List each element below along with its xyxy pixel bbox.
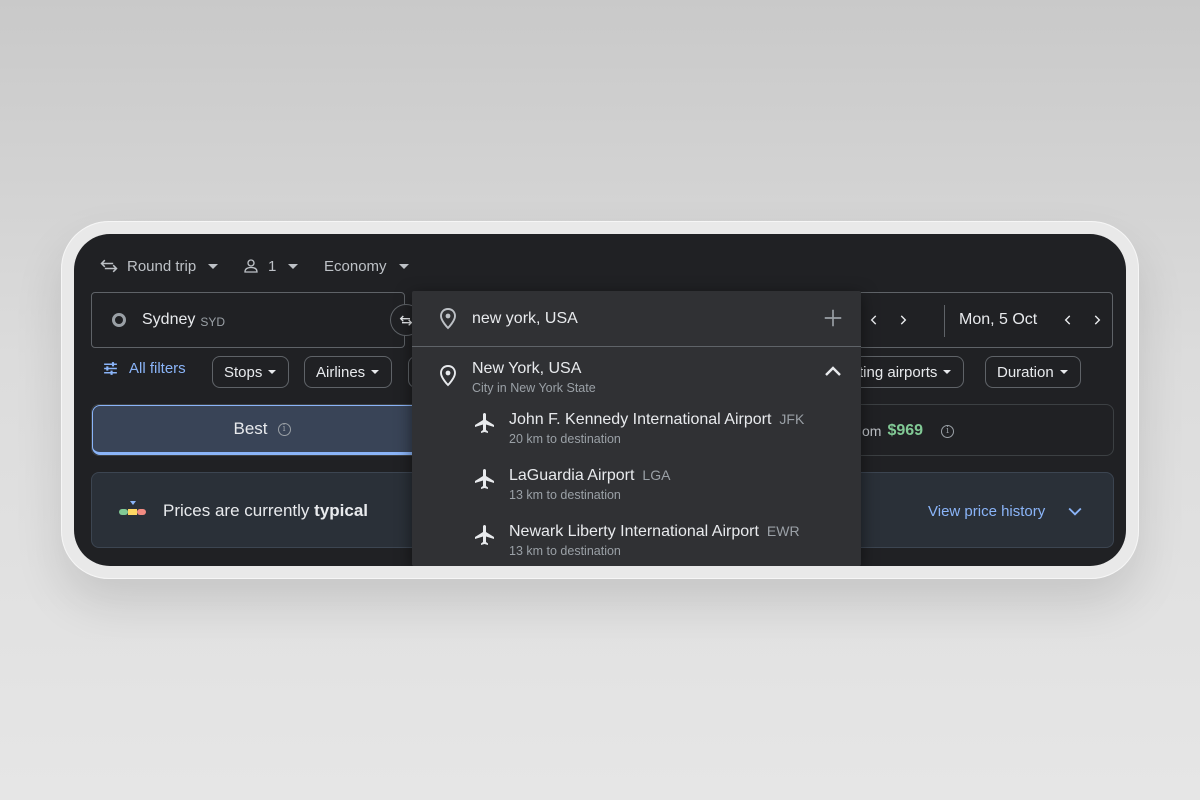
origin-field[interactable]: Sydney SYD — [91, 292, 405, 348]
trip-type-selector[interactable]: Round trip — [99, 254, 219, 278]
passenger-count: 1 — [268, 257, 277, 275]
all-filters-button[interactable]: All filters — [102, 360, 186, 377]
suggestion-airport-ewr[interactable]: Newark Liberty International Airport EWR … — [412, 512, 861, 566]
origin-city: Sydney — [142, 311, 196, 328]
trip-options-row: Round trip 1 Economy — [74, 254, 1126, 278]
view-price-history-link[interactable]: View price history — [928, 503, 1045, 520]
airport-distance: 13 km to destination — [509, 544, 621, 558]
cheapest-price: $969 — [887, 422, 924, 439]
destination-search-input[interactable] — [472, 307, 802, 331]
tab-cheapest-prefix: om — [862, 423, 882, 439]
destination-dropdown: New York, USA City in New York State Joh… — [412, 291, 861, 566]
suggestion-city-subtitle: City in New York State — [472, 381, 596, 395]
info-icon[interactable]: i — [277, 422, 291, 436]
caret-down-icon — [288, 263, 299, 269]
info-icon[interactable]: i — [941, 424, 955, 438]
tab-best[interactable]: Best i — [92, 405, 432, 455]
airplane-icon — [475, 469, 494, 489]
chevron-right-icon — [1094, 315, 1101, 325]
airport-distance: 20 km to destination — [509, 432, 621, 446]
price-insight-text: Prices are currently typical — [163, 501, 368, 521]
suggestion-airport-jfk[interactable]: John F. Kennedy International Airport JFK… — [412, 400, 861, 456]
chevron-left-icon — [870, 315, 877, 325]
suggestion-city[interactable]: New York, USA City in New York State — [412, 348, 861, 400]
caret-down-icon — [943, 370, 952, 374]
tab-best-label: Best — [233, 419, 268, 438]
caret-down-icon — [1059, 370, 1068, 374]
tab-cheapest[interactable]: om $969 i — [862, 422, 955, 440]
airplane-icon — [475, 525, 494, 545]
location-pin-icon — [440, 308, 456, 330]
connecting-airports-label: ting airports — [859, 363, 938, 381]
duration-label: Duration — [997, 363, 1054, 381]
airport-code: JFK — [779, 411, 805, 427]
stops-filter-chip[interactable]: Stops — [212, 356, 290, 388]
suggestion-airport-lga[interactable]: LaGuardia Airport LGA 13 km to destinatio… — [412, 456, 861, 512]
price-level-icon — [119, 501, 146, 515]
chevron-right-icon — [900, 315, 907, 325]
airlines-label: Airlines — [316, 363, 366, 381]
destination-input-row — [412, 291, 861, 347]
departure-next-button[interactable] — [891, 308, 915, 332]
suggestion-city-title: New York, USA — [472, 360, 582, 377]
tune-icon — [104, 362, 117, 375]
price-insight-prefix: Prices are currently — [163, 501, 310, 520]
airlines-filter-chip[interactable]: Airlines — [304, 356, 393, 388]
cabin-class-label: Economy — [324, 257, 387, 275]
airport-name: John F. Kennedy International Airport JFK — [509, 411, 805, 428]
airport-name: LaGuardia Airport LGA — [509, 467, 671, 484]
chevron-left-icon — [1064, 315, 1071, 325]
airport-distance: 13 km to destination — [509, 488, 621, 502]
location-pin-icon — [440, 365, 456, 387]
origin-ring-icon — [112, 313, 126, 327]
chevron-down-icon[interactable] — [1065, 501, 1085, 521]
person-icon — [244, 259, 258, 273]
trip-type-label: Round trip — [127, 257, 197, 275]
dates-field[interactable]: t Mon, 5 Oct — [831, 292, 1113, 348]
passenger-selector[interactable]: 1 — [242, 254, 299, 278]
return-next-button[interactable] — [1085, 308, 1109, 332]
departure-prev-button[interactable] — [862, 308, 886, 332]
cabin-class-selector[interactable]: Economy — [324, 254, 409, 278]
airport-code: EWR — [766, 523, 800, 539]
airport-code: LGA — [642, 467, 671, 483]
date-divider — [944, 305, 945, 337]
airport-name: Newark Liberty International Airport EWR — [509, 523, 800, 540]
caret-down-icon — [268, 370, 277, 374]
caret-down-icon — [371, 370, 380, 374]
price-insight-level: typical — [314, 501, 369, 520]
caret-down-icon — [208, 263, 219, 269]
origin-code: SYD — [200, 314, 226, 329]
return-date-label[interactable]: Mon, 5 Oct — [959, 311, 1037, 329]
swap-arrows-icon — [100, 259, 118, 273]
all-filters-label: All filters — [129, 360, 186, 377]
airplane-icon — [475, 413, 494, 433]
chevron-up-icon[interactable] — [821, 360, 845, 384]
return-prev-button[interactable] — [1056, 308, 1080, 332]
stops-label: Stops — [224, 363, 263, 381]
flight-search-panel: Round trip 1 Economy Sydney SYD t Mon, 5… — [74, 234, 1126, 566]
duration-filter-chip[interactable]: Duration — [985, 356, 1081, 388]
caret-down-icon — [398, 263, 409, 269]
plus-icon[interactable] — [822, 307, 844, 329]
